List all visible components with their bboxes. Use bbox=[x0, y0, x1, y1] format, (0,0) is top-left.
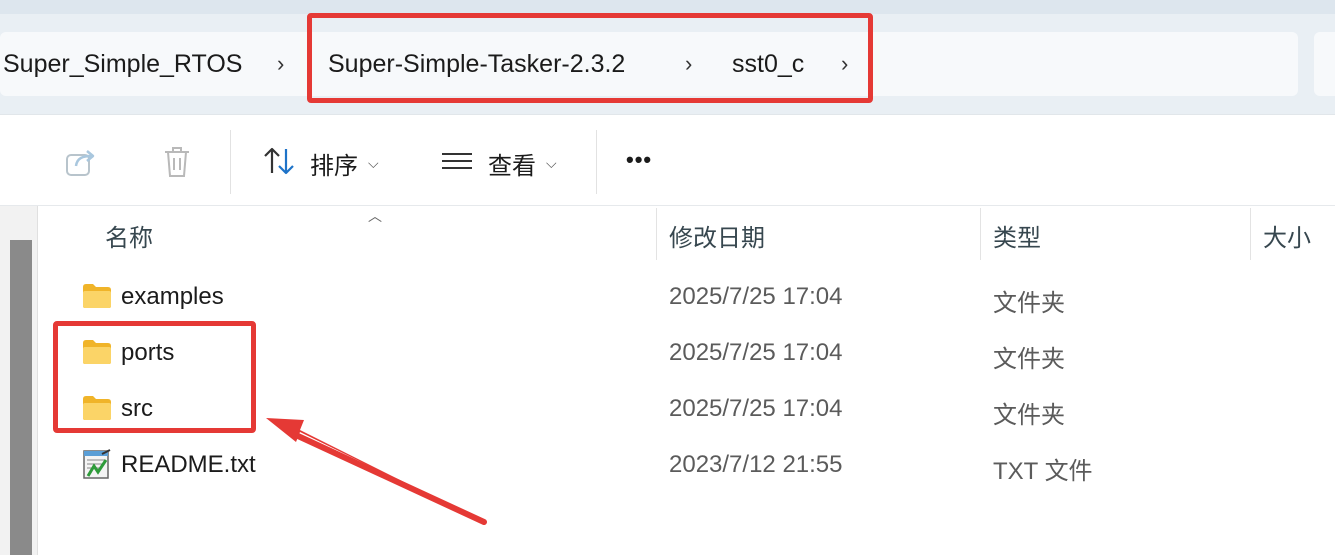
column-header-type[interactable]: 类型 bbox=[993, 218, 1041, 253]
file-modified: 2025/7/25 17:04 bbox=[669, 339, 843, 366]
folder-icon bbox=[82, 394, 112, 422]
sort-label: 排序 bbox=[310, 153, 358, 180]
file-row-src[interactable]: src 2025/7/25 17:04 文件夹 bbox=[40, 382, 1335, 438]
column-header-modified[interactable]: 修改日期 bbox=[669, 218, 765, 253]
file-row-examples[interactable]: examples 2025/7/25 17:04 文件夹 bbox=[40, 270, 1335, 326]
more-options-button[interactable]: ••• bbox=[626, 147, 652, 173]
delete-icon[interactable] bbox=[161, 145, 193, 184]
scrollbar-thumb[interactable] bbox=[10, 240, 32, 555]
file-type: 文件夹 bbox=[993, 346, 1065, 373]
column-divider[interactable] bbox=[1250, 208, 1251, 260]
file-type: TXT 文件 bbox=[993, 458, 1093, 485]
folder-icon bbox=[82, 282, 112, 310]
sort-button[interactable]: 排序 ⌵ bbox=[262, 145, 379, 182]
search-box[interactable] bbox=[1314, 32, 1335, 96]
column-header-size[interactable]: 大小 bbox=[1263, 218, 1311, 253]
toolbar-separator bbox=[596, 130, 597, 194]
chevron-right-icon[interactable]: › bbox=[685, 48, 692, 80]
file-name: ports bbox=[121, 339, 175, 366]
title-strip bbox=[0, 0, 1335, 14]
file-row-readme[interactable]: README.txt 2023/7/12 21:55 TXT 文件 bbox=[40, 438, 1335, 494]
file-type: 文件夹 bbox=[993, 402, 1065, 429]
file-modified: 2025/7/25 17:04 bbox=[669, 395, 843, 422]
column-divider[interactable] bbox=[656, 208, 657, 260]
chevron-right-icon[interactable]: › bbox=[277, 48, 284, 80]
chevron-down-icon: ⌵ bbox=[546, 155, 557, 171]
breadcrumb-item-sst0-c[interactable]: sst0_c bbox=[732, 48, 804, 80]
view-list-icon bbox=[440, 145, 474, 182]
command-bar bbox=[0, 114, 1335, 206]
breadcrumb-item-super-simple-tasker[interactable]: Super-Simple-Tasker-2.3.2 bbox=[328, 48, 625, 80]
toolbar-separator bbox=[230, 130, 231, 194]
chevron-down-icon: ⌵ bbox=[368, 155, 379, 171]
sort-icon bbox=[262, 145, 296, 182]
column-divider[interactable] bbox=[980, 208, 981, 260]
file-name: src bbox=[121, 395, 153, 422]
column-header-name[interactable]: 名称 bbox=[105, 218, 153, 253]
file-modified: 2025/7/25 17:04 bbox=[669, 283, 843, 310]
view-button[interactable]: 查看 ⌵ bbox=[440, 145, 557, 182]
share-icon[interactable] bbox=[64, 146, 98, 183]
file-type: 文件夹 bbox=[993, 290, 1065, 317]
file-modified: 2023/7/12 21:55 bbox=[669, 451, 843, 478]
breadcrumb-item-super-simple-rtos[interactable]: Super_Simple_RTOS bbox=[3, 48, 242, 80]
text-file-icon bbox=[82, 448, 112, 479]
file-row-ports[interactable]: ports 2025/7/25 17:04 文件夹 bbox=[40, 326, 1335, 382]
sort-ascending-icon: ︿ bbox=[368, 208, 382, 224]
view-label: 查看 bbox=[488, 153, 536, 180]
file-name: examples bbox=[121, 283, 224, 310]
chevron-right-icon[interactable]: › bbox=[841, 48, 848, 80]
folder-icon bbox=[82, 338, 112, 366]
file-name: README.txt bbox=[121, 451, 256, 478]
